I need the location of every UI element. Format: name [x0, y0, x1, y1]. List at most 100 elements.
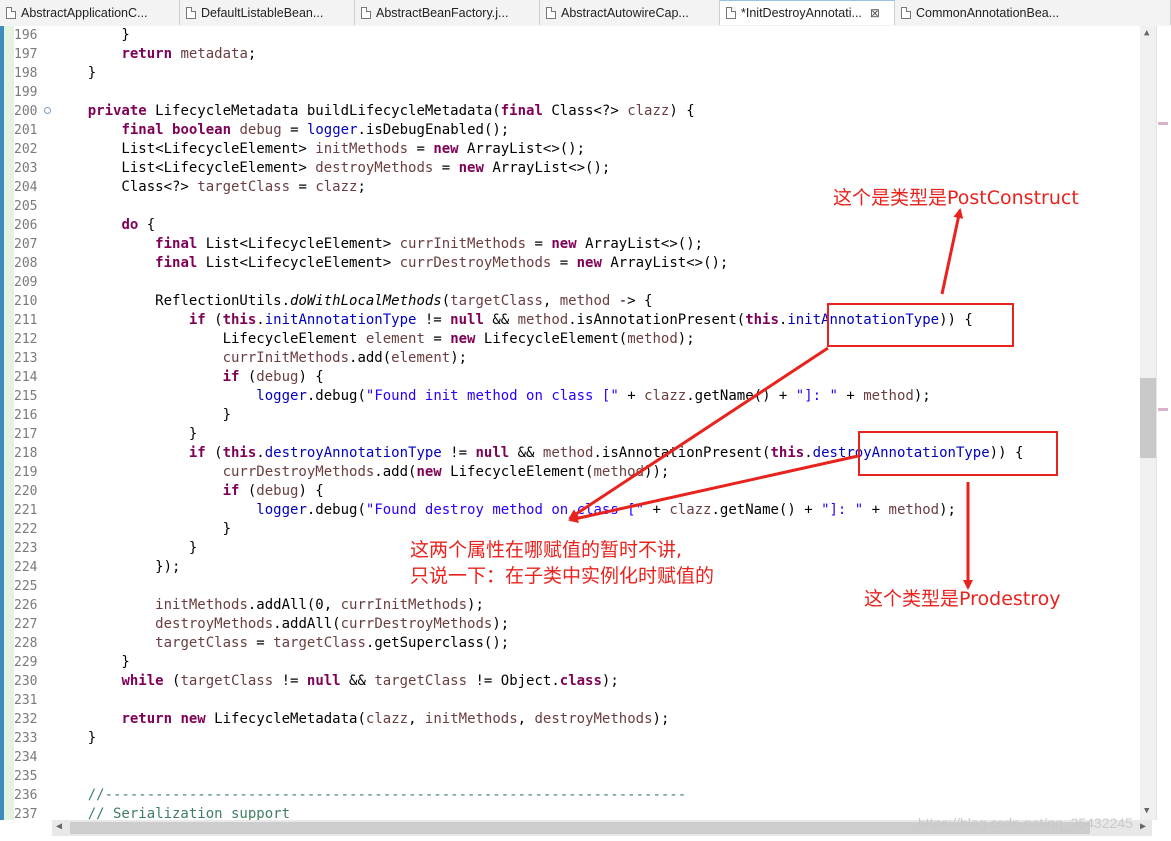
code-text: } — [54, 426, 198, 442]
code-line[interactable]: 232 return new LifecycleMetadata(clazz, … — [14, 710, 1140, 729]
line-number: 235 — [14, 769, 38, 784]
code-text: return metadata; — [121, 46, 257, 62]
tab-5[interactable]: CommonAnnotationBea... — [895, 0, 1171, 25]
line-number: 200 — [14, 104, 38, 119]
line-number: 207 — [14, 237, 38, 252]
code-line[interactable]: 199 — [14, 83, 1140, 102]
overview-ruler-mark[interactable] — [1158, 408, 1168, 411]
code-line[interactable]: 230 while (targetClass != null && target… — [14, 672, 1140, 691]
code-line[interactable]: 202 List<LifecycleElement> initMethods =… — [14, 140, 1140, 159]
line-number: 224 — [14, 560, 38, 575]
code-text: } — [54, 654, 130, 670]
tab-4[interactable]: *InitDestroyAnnotati... ⊠ — [720, 0, 895, 25]
tab-2[interactable]: AbstractBeanFactory.j... — [355, 0, 540, 25]
scroll-right-arrow-icon[interactable]: ▶ — [1140, 821, 1146, 832]
tab-0[interactable]: AbstractApplicationC... — [0, 0, 180, 25]
line-number: 237 — [14, 807, 38, 820]
note-middle-line-2: 只说一下：在子类中实例化时赋值的 — [410, 565, 715, 587]
close-tab-icon[interactable]: ⊠ — [870, 6, 880, 20]
code-text: Class<?> targetClass = clazz; — [54, 179, 366, 195]
line-number: 234 — [14, 750, 38, 765]
code-line[interactable]: 214 if (debug) { — [14, 368, 1140, 387]
line-number: 218 — [14, 446, 38, 461]
code-text: //--------------------------------------… — [87, 787, 687, 803]
note-middle-line-1: 这两个属性在哪赋值的暂时不讲, — [410, 539, 683, 561]
code-line[interactable]: 208 final List<LifecycleElement> currDes… — [14, 254, 1140, 273]
line-number: 196 — [14, 28, 38, 43]
line-number: 229 — [14, 655, 38, 670]
overview-ruler[interactable] — [1156, 26, 1171, 820]
code-line[interactable]: 203 List<LifecycleElement> destroyMethod… — [14, 159, 1140, 178]
code-line[interactable]: 229 } — [14, 653, 1140, 672]
code-line[interactable]: 221 logger.debug("Found destroy method o… — [14, 501, 1140, 520]
line-number: 199 — [14, 85, 38, 100]
code-text: // Serialization support — [87, 806, 291, 820]
code-text: List<LifecycleElement> initMethods = new… — [54, 141, 586, 157]
code-line[interactable]: 200 private LifecycleMetadata buildLifec… — [14, 102, 1140, 121]
code-line[interactable]: 213 currInitMethods.add(element); — [14, 349, 1140, 368]
code-text: currDestroyMethods.add(new LifecycleElem… — [222, 464, 670, 480]
code-text: logger.debug("Found destroy method on cl… — [256, 502, 956, 518]
code-text: initMethods.addAll(0, currInitMethods); — [155, 597, 484, 613]
code-line[interactable]: 228 targetClass = targetClass.getSupercl… — [14, 634, 1140, 653]
line-number: 230 — [14, 674, 38, 689]
line-number: 217 — [14, 427, 38, 442]
line-number: 232 — [14, 712, 38, 727]
code-line[interactable]: 207 final List<LifecycleElement> currIni… — [14, 235, 1140, 254]
tab-label: CommonAnnotationBea... — [916, 5, 1060, 20]
editor-gutter — [4, 26, 14, 820]
line-number: 210 — [14, 294, 38, 309]
code-text: if (debug) { — [222, 483, 324, 499]
code-line[interactable]: 235 — [14, 767, 1140, 786]
code-line[interactable]: 220 if (debug) { — [14, 482, 1140, 501]
tab-label: DefaultListableBean... — [201, 5, 324, 20]
vertical-scroll-thumb[interactable] — [1140, 378, 1156, 458]
code-line[interactable]: 201 final boolean debug = logger.isDebug… — [14, 121, 1140, 140]
java-file-icon — [6, 6, 16, 19]
code-line[interactable]: 234 — [14, 748, 1140, 767]
line-number: 213 — [14, 351, 38, 366]
code-text: List<LifecycleElement> destroyMethods = … — [54, 160, 611, 176]
line-number: 214 — [14, 370, 38, 385]
code-text: while (targetClass != null && targetClas… — [121, 673, 619, 689]
code-text: final List<LifecycleElement> currDestroy… — [155, 255, 729, 271]
code-lines[interactable]: 196 } 197 return metadata; 198 } 199 200 pri… — [14, 26, 1140, 820]
code-line[interactable]: 215 logger.debug("Found init method on c… — [14, 387, 1140, 406]
code-line[interactable]: 209 — [14, 273, 1140, 292]
java-file-icon — [726, 7, 736, 19]
tab-1[interactable]: DefaultListableBean... — [180, 0, 355, 25]
code-text: } — [54, 27, 130, 43]
scroll-down-arrow-icon[interactable]: ▼ — [1144, 806, 1149, 816]
code-line[interactable]: 206 do { — [14, 216, 1140, 235]
code-line[interactable]: 216 } — [14, 406, 1140, 425]
annotation-box-init-annotation-type — [827, 303, 1014, 347]
code-line[interactable]: 233 } — [14, 729, 1140, 748]
code-line[interactable]: 198 } — [14, 64, 1140, 83]
code-line[interactable]: 197 return metadata; — [14, 45, 1140, 64]
line-number: 215 — [14, 389, 38, 404]
code-text: } — [54, 407, 232, 423]
code-text: private LifecycleMetadata buildLifecycle… — [87, 103, 695, 119]
line-number: 233 — [14, 731, 38, 746]
code-line[interactable]: 196 } — [14, 26, 1140, 45]
overview-ruler-mark[interactable] — [1158, 122, 1168, 125]
note-prodestroy: 这个类型是Prodestroy — [864, 588, 1061, 610]
watermark: https://blog.csdn.net/qq_25432245 — [918, 815, 1133, 831]
line-number: 222 — [14, 522, 38, 537]
fold-toggle-icon[interactable] — [44, 107, 51, 114]
java-file-icon — [546, 6, 556, 19]
code-text: } — [54, 521, 232, 537]
line-number: 204 — [14, 180, 38, 195]
scroll-left-arrow-icon[interactable]: ◀ — [56, 821, 62, 832]
line-number: 205 — [14, 199, 38, 214]
line-number: 212 — [14, 332, 38, 347]
line-number: 198 — [14, 66, 38, 81]
tab-3[interactable]: AbstractAutowireCap... — [540, 0, 720, 25]
code-line[interactable]: 236 //----------------------------------… — [14, 786, 1140, 805]
code-line[interactable]: 227 destroyMethods.addAll(currDestroyMet… — [14, 615, 1140, 634]
line-number: 197 — [14, 47, 38, 62]
line-number: 221 — [14, 503, 38, 518]
code-line[interactable]: 231 — [14, 691, 1140, 710]
line-number: 228 — [14, 636, 38, 651]
scroll-up-arrow-icon[interactable]: ▲ — [1144, 28, 1149, 38]
